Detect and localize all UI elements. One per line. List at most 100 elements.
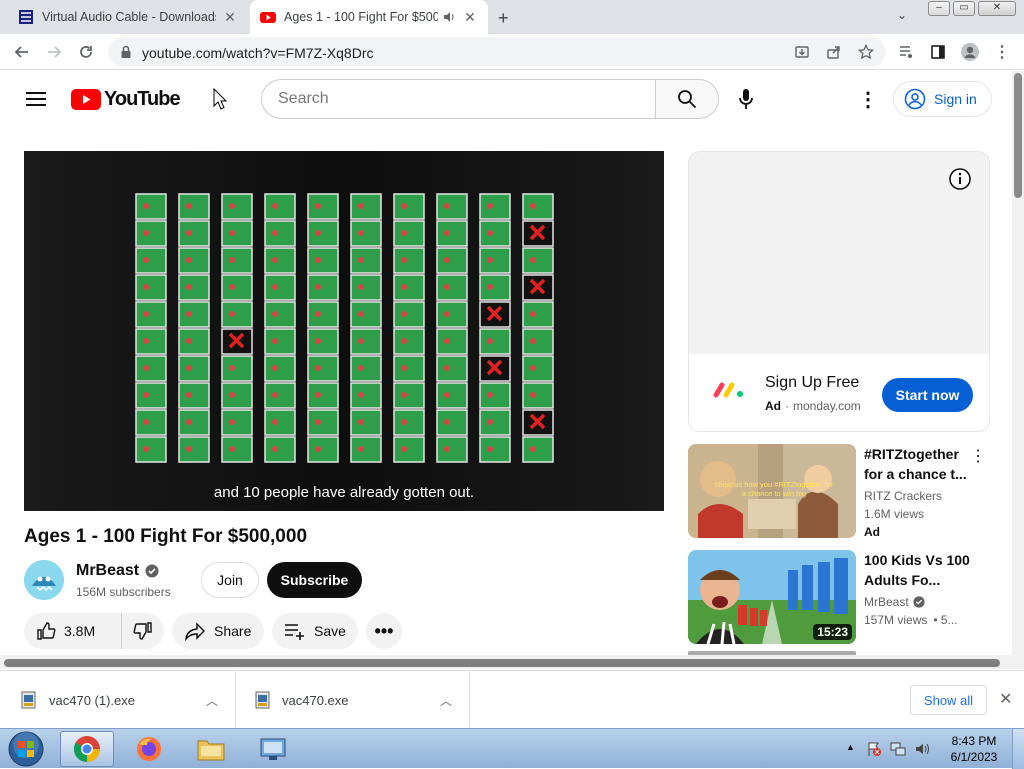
video-cell	[393, 193, 425, 220]
action-center-flag-icon[interactable]	[866, 741, 882, 757]
forward-icon[interactable]	[42, 40, 66, 64]
hamburger-menu-icon[interactable]	[26, 91, 46, 107]
video-cell	[350, 193, 382, 220]
recommendation-title[interactable]: 100 Kids Vs 100 Adults Fo...	[864, 550, 974, 590]
video-cell	[307, 220, 339, 247]
install-app-icon[interactable]	[794, 44, 810, 60]
lock-icon[interactable]	[118, 44, 134, 60]
person-in-cell	[186, 311, 192, 317]
search-input[interactable]	[262, 80, 622, 118]
person-in-cell	[315, 338, 321, 344]
recommendation-item-ritz[interactable]: show us how you #RITZtogether for a chan…	[688, 444, 1008, 540]
taskbar-firefox[interactable]	[122, 731, 176, 767]
person-in-cell	[401, 284, 407, 290]
download-options-chevron-icon[interactable]: ︿	[440, 692, 452, 709]
share-button[interactable]: Share	[172, 613, 264, 649]
show-desktop-button[interactable]	[1012, 729, 1024, 769]
show-hidden-icons-chevron[interactable]: ▲	[846, 742, 855, 752]
side-panel-icon[interactable]	[926, 40, 950, 64]
info-icon[interactable]	[948, 167, 972, 191]
person-in-cell	[143, 338, 149, 344]
video-cell	[350, 409, 382, 436]
download-item[interactable]: vac470 (1).exe ︿	[20, 671, 236, 729]
video-cell	[479, 274, 511, 301]
close-tab-icon[interactable]: ✕	[222, 9, 238, 25]
minimize-button[interactable]: –	[928, 1, 950, 16]
verified-badge-icon	[145, 564, 159, 578]
join-button[interactable]: Join	[201, 562, 259, 598]
search-button[interactable]	[655, 79, 719, 119]
network-icon[interactable]	[890, 741, 906, 757]
close-tab-icon[interactable]: ✕	[462, 9, 478, 25]
share-label: Share	[214, 623, 252, 639]
tab-search-chevron-icon[interactable]: ⌄	[897, 8, 907, 22]
recommendation-title[interactable]: #RITZtogether for a chance t...	[864, 444, 974, 484]
person-in-cell	[401, 257, 407, 263]
show-all-downloads-button[interactable]: Show all	[910, 685, 987, 715]
recommendation-menu-icon[interactable]: ⋮	[970, 446, 986, 466]
settings-kebab-icon[interactable]: ⋮	[858, 87, 878, 112]
recommendation-channel[interactable]: MrBeast	[864, 595, 909, 609]
recommendation-channel-row[interactable]: MrBeast	[864, 595, 925, 609]
close-window-button[interactable]: ✕	[978, 1, 1016, 16]
horizontal-scrollbar-thumb[interactable]	[4, 659, 1000, 667]
tab-youtube-video[interactable]: Ages 1 - 100 Fight For $500,000 ✕	[250, 0, 488, 34]
youtube-logo[interactable]: YouTube	[71, 88, 181, 111]
media-controls-icon[interactable]	[894, 40, 918, 64]
channel-avatar[interactable]	[24, 560, 64, 600]
taskbar-control-panel[interactable]	[246, 731, 300, 767]
video-cell	[436, 328, 468, 355]
person-in-cell	[487, 230, 493, 236]
search-box[interactable]	[261, 79, 656, 119]
recommendation-channel[interactable]: RITZ Crackers	[864, 489, 942, 503]
taskbar-chrome[interactable]	[60, 731, 114, 767]
more-actions-button[interactable]: •••	[366, 613, 402, 649]
channel-name[interactable]: MrBeast	[76, 562, 139, 580]
like-button[interactable]: 3.8M	[24, 613, 122, 649]
video-cell	[436, 274, 468, 301]
taskbar-file-explorer[interactable]	[184, 731, 238, 767]
download-options-chevron-icon[interactable]: ︿	[206, 692, 218, 709]
person-in-cell	[358, 419, 364, 425]
person-in-cell	[487, 257, 493, 263]
clock-time: 8:43 PM	[951, 734, 997, 748]
system-clock[interactable]: 8:43 PM 6/1/2023	[944, 733, 1004, 765]
download-item[interactable]: vac470.exe ︿	[254, 671, 470, 729]
video-cell	[522, 247, 554, 274]
profile-icon[interactable]	[958, 40, 982, 64]
reload-icon[interactable]	[74, 40, 98, 64]
windows-taskbar: ▲ 8:43 PM 6/1/2023	[0, 728, 1024, 769]
bookmark-star-icon[interactable]	[858, 44, 874, 60]
save-button[interactable]: Save	[272, 613, 358, 649]
video-cell	[178, 220, 210, 247]
share-page-icon[interactable]	[826, 44, 842, 60]
start-button[interactable]	[4, 730, 48, 768]
close-downloads-bar-icon[interactable]: ✕	[999, 689, 1012, 709]
video-cell	[479, 247, 511, 274]
recommendation-item-mrbeast[interactable]: 15:23 100 Kids Vs 100 Adults Fo... MrBea…	[688, 550, 1008, 646]
new-tab-button[interactable]: +	[498, 8, 509, 29]
subscribe-button[interactable]: Subscribe	[267, 562, 362, 598]
ad-card[interactable]: Sign Up Free Ad · monday.com Start now	[688, 151, 990, 432]
dislike-button[interactable]	[122, 613, 164, 649]
maximize-button[interactable]: ▭	[953, 1, 975, 16]
vertical-scrollbar-thumb[interactable]	[1014, 73, 1022, 198]
tab-virtual-audio-cable[interactable]: Virtual Audio Cable - Downloads ✕	[8, 0, 248, 34]
sign-in-button[interactable]: Sign in	[893, 81, 992, 117]
person-in-cell	[530, 392, 536, 398]
chrome-menu-icon[interactable]: ⋮	[990, 40, 1014, 64]
channel-name-row[interactable]: MrBeast	[76, 562, 159, 580]
person-in-cell	[186, 365, 192, 371]
voice-search-microphone-icon[interactable]	[738, 88, 754, 110]
mrbeast-thumbnail[interactable]: 15:23	[688, 550, 856, 644]
ad-info-panel: Sign Up Free Ad · monday.com Start now	[689, 354, 989, 431]
volume-icon[interactable]	[914, 741, 930, 757]
video-player[interactable]: and 10 people have already gotten out.	[24, 151, 664, 511]
start-now-button[interactable]: Start now	[882, 378, 973, 412]
ritz-thumbnail[interactable]: show us how you #RITZtogether for a chan…	[688, 444, 856, 538]
address-bar[interactable]: youtube.com/watch?v=FM7Z-Xq8Drc	[108, 37, 886, 67]
url-text[interactable]: youtube.com/watch?v=FM7Z-Xq8Drc	[142, 45, 373, 61]
back-icon[interactable]	[10, 40, 34, 64]
person-in-cell	[186, 392, 192, 398]
audio-playing-icon[interactable]	[442, 10, 456, 24]
